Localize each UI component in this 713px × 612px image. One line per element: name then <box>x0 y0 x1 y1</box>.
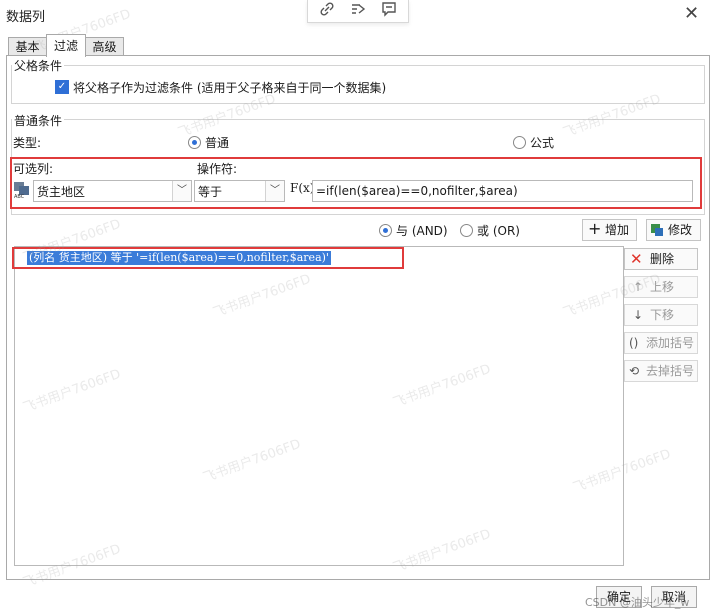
add-condition-label: 增加 <box>605 223 630 237</box>
parent-filter-checkbox[interactable]: ✓ <box>55 80 69 94</box>
delete-condition-label: 删除 <box>650 252 675 266</box>
operator-select[interactable]: 等于 ﹀ <box>194 180 285 202</box>
type-normal-label: 普通 <box>205 136 230 150</box>
csdn-credit: CSDN @油头少年_w <box>585 596 690 609</box>
floating-toolbar <box>307 0 409 23</box>
column-type-icon: ABC <box>13 181 31 200</box>
parent-filter-checkbox-label: 将父格子作为过滤条件 (适用于父子格来自于同一个数据集) <box>73 81 387 95</box>
logic-and-label: 与 (AND) <box>396 224 448 238</box>
condition-list[interactable]: (列名 货主地区) 等于 '=if(len($area)==0,nofilter… <box>12 246 624 566</box>
filter-panel: 父格条件 ✓ 将父格子作为过滤条件 (适用于父子格来自于同一个数据集) 普通条件… <box>6 55 710 580</box>
condition-item-highlight <box>12 247 404 269</box>
remove-bracket-icon: ⟲ <box>629 364 640 378</box>
type-normal-radio[interactable] <box>188 136 201 149</box>
logic-and-radio[interactable] <box>379 224 392 237</box>
column-label: 可选列: <box>13 162 54 176</box>
formula-fx-icon[interactable]: F(x) <box>290 181 314 195</box>
operator-label: 操作符: <box>197 162 238 176</box>
parent-condition-label: 父格条件 <box>12 57 65 74</box>
type-label: 类型: <box>13 136 42 150</box>
move-down-button[interactable]: ↓ 下移 <box>624 304 698 326</box>
bracket-icon: () <box>629 336 639 350</box>
svg-text:ABC: ABC <box>14 194 25 199</box>
chevron-down-icon[interactable]: ﹀ <box>172 181 191 201</box>
remove-bracket-label: 去掉括号 <box>646 364 695 378</box>
share-icon[interactable] <box>347 1 369 19</box>
chevron-down-icon[interactable]: ﹀ <box>265 181 284 201</box>
operator-select-value: 等于 <box>198 185 223 199</box>
add-condition-button[interactable]: + 增加 <box>582 219 637 241</box>
column-select[interactable]: 货主地区 ﹀ <box>33 180 192 202</box>
remove-bracket-button[interactable]: ⟲ 去掉括号 <box>624 360 698 382</box>
tab-advanced[interactable]: 高级 <box>85 37 124 56</box>
tab-filter[interactable]: 过滤 <box>46 34 86 57</box>
plus-icon: + <box>588 219 602 238</box>
modify-condition-button[interactable]: 修改 <box>646 219 701 241</box>
delete-condition-button[interactable]: ✕ 删除 <box>624 248 698 270</box>
logic-or-label: 或 (OR) <box>477 224 520 238</box>
column-select-value: 货主地区 <box>37 185 86 199</box>
formula-value-input[interactable]: =if(len($area)==0,nofilter,$area) <box>312 180 693 202</box>
add-bracket-button[interactable]: () 添加括号 <box>624 332 698 354</box>
delete-icon: ✕ <box>630 250 643 268</box>
comment-icon[interactable] <box>378 1 400 19</box>
arrow-down-icon: ↓ <box>633 308 644 322</box>
logic-or-radio[interactable] <box>460 224 473 237</box>
modify-condition-label: 修改 <box>668 223 693 237</box>
type-formula-radio[interactable] <box>513 136 526 149</box>
link-icon[interactable] <box>316 1 338 19</box>
move-down-label: 下移 <box>650 308 675 322</box>
modify-icon <box>650 223 664 243</box>
close-icon[interactable]: ✕ <box>684 3 699 24</box>
add-bracket-label: 添加括号 <box>646 336 695 350</box>
normal-condition-label: 普通条件 <box>12 112 65 129</box>
type-formula-label: 公式 <box>530 136 555 150</box>
window-title: 数据列 <box>6 10 46 25</box>
